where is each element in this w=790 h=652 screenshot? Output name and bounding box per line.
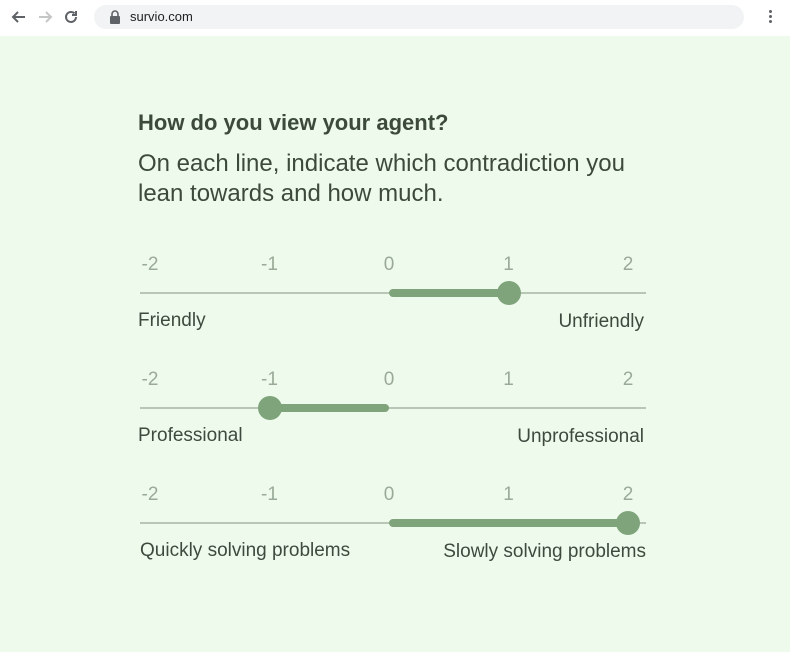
lock-icon: [110, 10, 120, 24]
slider-thumb[interactable]: [496, 281, 521, 305]
left-label: Professional: [138, 425, 243, 446]
url-text: survio.com: [130, 9, 193, 24]
reload-icon[interactable]: [60, 6, 82, 28]
slider-problem-solving-speed: -2 -1 0 1 2 Quickly solving problems Slo…: [138, 484, 658, 574]
kebab-menu-icon[interactable]: [762, 8, 778, 28]
tick-label: 1: [503, 254, 514, 275]
tick-label: -1: [261, 369, 278, 390]
forward-arrow-icon[interactable]: [34, 6, 56, 28]
address-bar[interactable]: survio.com: [94, 5, 744, 29]
tick-label: 1: [503, 484, 514, 505]
slider-friendly-unfriendly: -2 -1 0 1 2 Friendly Unfriendly: [138, 254, 658, 344]
left-label: Friendly: [138, 310, 206, 331]
tick-label: -1: [261, 484, 278, 505]
question-subtitle: On each line, indicate which contradicti…: [138, 150, 625, 207]
slider-fill: [269, 404, 389, 412]
slider-fill: [389, 289, 509, 297]
tick-label: 2: [622, 254, 634, 275]
back-arrow-icon[interactable]: [8, 6, 30, 28]
tick-label: -2: [141, 254, 159, 275]
slider-fill: [389, 519, 628, 527]
tick-label: 2: [622, 369, 634, 390]
right-label: Unfriendly: [558, 311, 644, 332]
survey-page: How do you view your agent? On each line…: [0, 36, 790, 652]
tick-label: 0: [383, 484, 395, 505]
right-label: Unprofessional: [517, 426, 644, 447]
tick-label: 0: [383, 254, 395, 275]
tick-label: -2: [141, 484, 159, 505]
slider-professional-unprofessional: -2 -1 0 1 2 Professional Unprofessional: [138, 369, 658, 459]
browser-toolbar: survio.com: [0, 0, 790, 36]
tick-label: -1: [261, 254, 278, 275]
question-title: How do you view your agent?: [138, 110, 449, 135]
slider-thumb[interactable]: [257, 396, 282, 420]
left-label: Quickly solving problems: [140, 540, 351, 561]
tick-label: -2: [141, 369, 159, 390]
slider-thumb[interactable]: [616, 511, 640, 535]
right-label: Slowly solving problems: [443, 541, 646, 562]
tick-label: 2: [622, 484, 634, 505]
slider-track[interactable]: [140, 407, 646, 409]
tick-label: 1: [503, 369, 514, 390]
tick-label: 0: [383, 369, 395, 390]
